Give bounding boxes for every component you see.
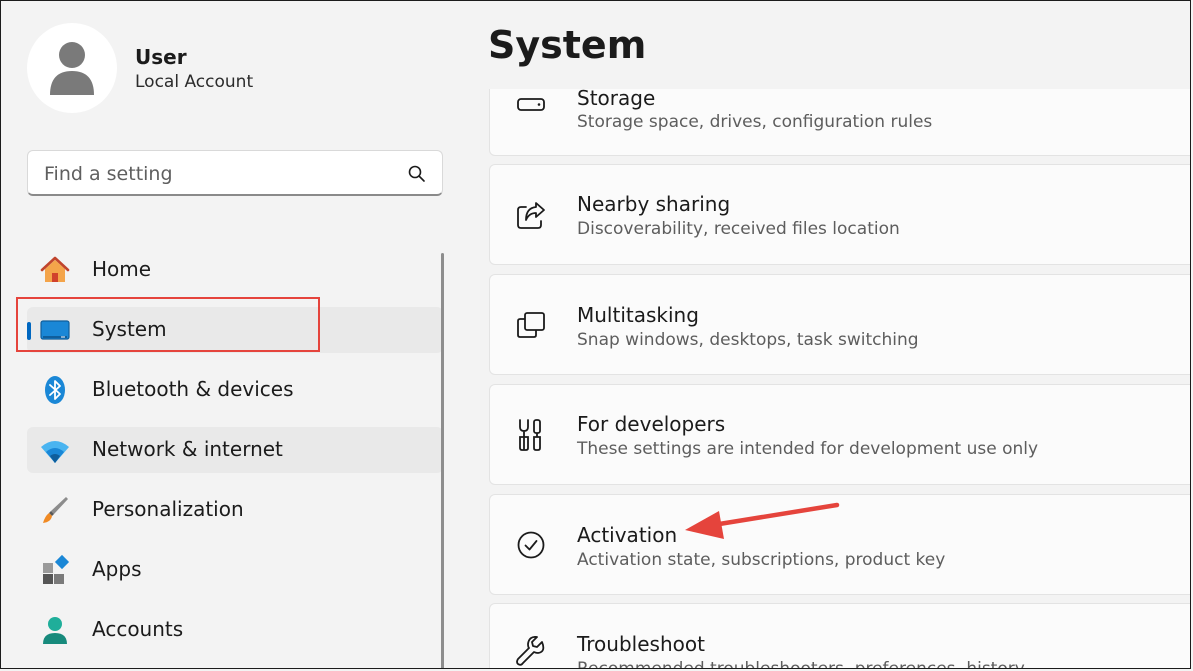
sidebar-item-apps[interactable]: Apps — [27, 547, 443, 593]
account-icon — [43, 617, 67, 644]
sidebar-item-label: Network & internet — [92, 437, 283, 461]
card-title: Activation — [577, 523, 678, 547]
card-title: Multitasking — [577, 303, 699, 327]
bluetooth-icon — [45, 376, 65, 404]
sidebar-item-label: Apps — [92, 557, 142, 581]
share-icon — [517, 202, 545, 229]
account-type: Local Account — [135, 72, 254, 92]
settings-card-multitasking[interactable]: Multitasking Snap windows, desktops, tas… — [489, 274, 1190, 375]
sidebar-item-bluetooth[interactable]: Bluetooth & devices — [27, 367, 443, 413]
sidebar-scrollbar[interactable] — [441, 253, 444, 668]
card-subtitle: Recommended troubleshooters, preferences… — [577, 659, 1025, 669]
card-subtitle: Storage space, drives, configuration rul… — [577, 112, 933, 132]
card-title: Nearby sharing — [577, 192, 731, 216]
sidebar-item-label: Personalization — [92, 497, 244, 521]
user-name: User — [135, 45, 187, 69]
wrench-icon — [516, 636, 545, 666]
person-icon — [50, 42, 94, 95]
search-box[interactable] — [27, 150, 443, 196]
checkmark-circle-icon — [517, 531, 545, 559]
sidebar-item-network[interactable]: Network & internet — [27, 427, 443, 473]
developer-tools-icon — [519, 419, 541, 451]
card-title: For developers — [577, 412, 726, 436]
paintbrush-icon — [43, 497, 68, 523]
card-subtitle: Discoverability, received files location — [577, 219, 900, 239]
apps-icon — [43, 554, 70, 584]
card-subtitle: These settings are intended for developm… — [577, 439, 1039, 459]
highlight-annotation-box — [16, 297, 320, 352]
card-subtitle: Activation state, subscriptions, product… — [577, 550, 946, 570]
sidebar-item-home[interactable]: Home — [27, 247, 443, 293]
sidebar-item-label: Home — [92, 257, 152, 281]
multitasking-icon — [517, 312, 545, 338]
card-subtitle: Snap windows, desktops, task switching — [577, 330, 919, 350]
settings-card-for-developers[interactable]: For developers These settings are intend… — [489, 384, 1190, 485]
search-input[interactable] — [42, 160, 386, 188]
storage-drive-icon — [517, 98, 545, 111]
sidebar-item-personalization[interactable]: Personalization — [27, 487, 443, 533]
page-title: System — [488, 23, 647, 67]
card-title: Storage — [577, 86, 656, 110]
sidebar-item-label: Bluetooth & devices — [92, 377, 294, 401]
sidebar-item-label: Accounts — [92, 617, 184, 641]
wifi-icon — [41, 441, 69, 463]
red-arrow-annotation — [685, 502, 840, 539]
settings-card-nearby-sharing[interactable]: Nearby sharing Discoverability, received… — [489, 164, 1190, 265]
home-icon — [40, 256, 70, 282]
avatar[interactable] — [27, 23, 117, 113]
settings-card-troubleshoot[interactable]: Troubleshoot Recommended troubleshooters… — [489, 603, 1190, 669]
search-icon[interactable] — [408, 165, 426, 183]
sidebar-item-accounts[interactable]: Accounts — [27, 607, 443, 653]
card-title: Troubleshoot — [577, 632, 705, 656]
settings-window: User Local Account Home System — [0, 0, 1191, 669]
